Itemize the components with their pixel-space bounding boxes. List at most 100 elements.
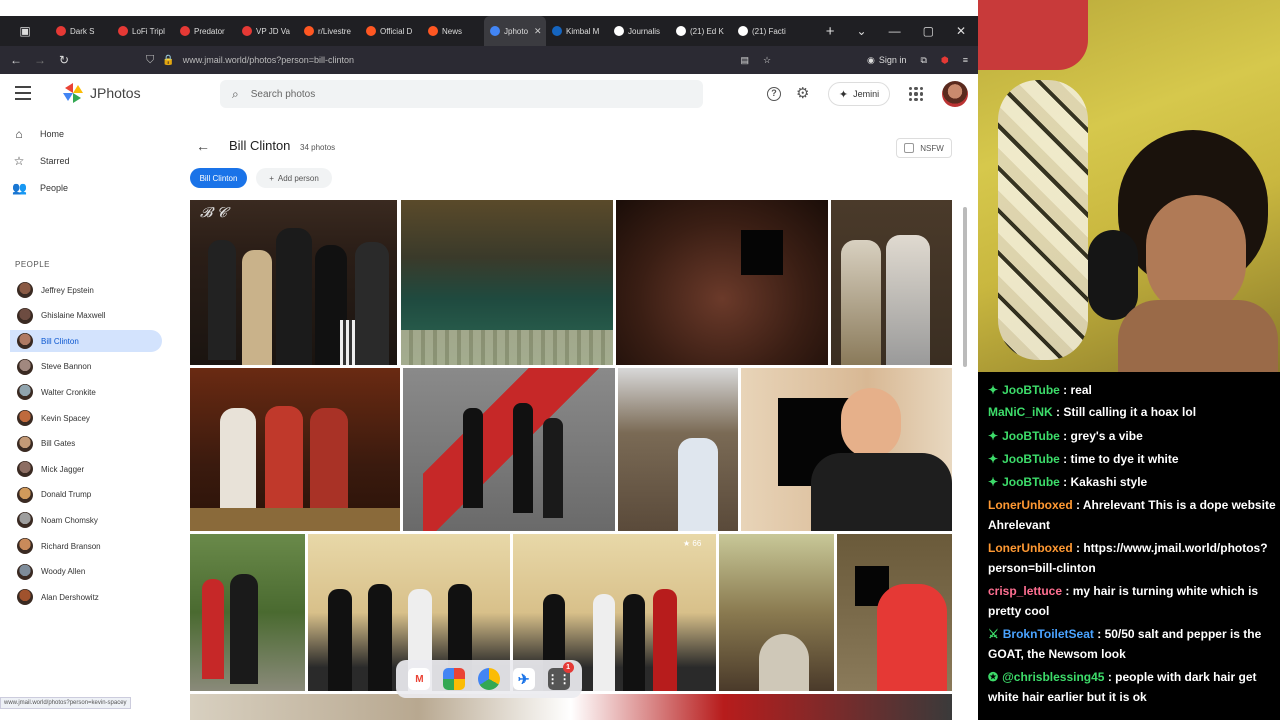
chat-username[interactable]: JooBTube [1002,383,1060,397]
gmail-icon[interactable]: M [408,668,431,690]
person-name: Steve Bannon [41,362,92,372]
chat-text: real [1070,383,1092,397]
close-window-button[interactable]: ✕ [956,24,966,38]
add-person-button[interactable]: + Add person [256,168,332,188]
maximize-button[interactable]: ▢ [923,24,934,38]
close-tab-icon[interactable]: ✕ [534,26,542,37]
apps-grid-icon[interactable] [909,87,923,101]
toolbar-actions: ▤ ☆ ◉ Sign in ⧉ ⬢ ≡ [740,55,978,66]
person-chip-active[interactable]: Bill Clinton [190,168,247,188]
browser-tab[interactable]: VP JD Va [236,16,298,46]
chat-separator: : [1104,670,1116,684]
back-arrow-icon[interactable]: ← [196,138,210,154]
browser-tab[interactable]: r/Livestre [298,16,360,46]
tab-favicon-icon [366,26,376,36]
menu-icon[interactable]: ≡ [963,55,968,65]
help-icon[interactable]: ? [767,87,781,101]
chat-username[interactable]: LonerUnboxed [988,498,1073,512]
sidebar-person-item[interactable]: Alan Dershowitz [10,586,162,608]
forward-icon[interactable]: → [28,53,52,67]
nsfw-toggle[interactable]: NSFW [896,138,952,158]
chat-badge-icon: ✪ [988,670,999,684]
sidebar-person-item[interactable]: Bill Clinton [10,330,162,353]
minimize-button[interactable]: — [889,24,901,38]
browser-tab[interactable]: Jphoto ✕ [484,16,546,46]
sidebar-person-item[interactable]: Donald Trump [10,484,162,506]
bookmark-star-icon[interactable]: ☆ [763,55,771,66]
sidebar-person-item[interactable]: Ghislaine Maxwell [10,305,162,327]
signature-scribble: 𝓑 𝓒 [200,205,227,221]
app-launcher-icon[interactable]: ⋮⋮ 1 [547,662,574,690]
browser-tab[interactable]: Dark S [50,16,112,46]
sidebar-person-item[interactable]: Steve Bannon [10,356,162,378]
sidebar-person-item[interactable]: Kevin Spacey [10,407,162,429]
browser-tab[interactable]: (21) Facti [732,16,794,46]
nsfw-label: NSFW [920,143,944,153]
browser-tab[interactable]: Predator [174,16,236,46]
search-input[interactable]: ⌕ Search photos [220,80,703,108]
chat-username[interactable]: JooBTube [1002,452,1060,466]
url-text[interactable]: www.jmail.world/photos?person=bill-clint… [183,55,354,65]
photo-tile[interactable] [401,200,613,365]
chat-username[interactable]: crisp_lettuce [988,584,1062,598]
photo-tile[interactable] [616,200,828,365]
chat-username[interactable]: @chrisblessing45 [1002,670,1104,684]
browser-tab[interactable]: Journalis [608,16,670,46]
sidebar-person-item[interactable]: Walter Cronkite [10,381,162,403]
lock-icon[interactable]: 🔒 [162,55,174,66]
gear-icon[interactable]: ⚙ [796,84,809,102]
person-name: Richard Branson [41,541,101,551]
photo-tile[interactable] [837,534,952,691]
hamburger-menu-icon[interactable] [15,86,31,100]
ublock-icon[interactable]: ⬢ [941,55,949,66]
browser-tab[interactable]: (21) Ed K [670,16,732,46]
sidebar-person-item[interactable]: Noam Chomsky [10,509,162,531]
people-section-heading: PEOPLE [15,260,51,269]
photo-tile[interactable] [719,534,834,691]
scrollbar[interactable] [963,207,967,367]
photo-tile[interactable] [190,368,400,531]
tab-overview-icon[interactable]: ▣ [0,16,50,46]
sidebar-person-item[interactable]: Woody Allen [10,561,162,583]
nav-people[interactable]: 👥 People [12,177,68,199]
search-placeholder: Search photos [250,88,316,100]
photo-tile[interactable] [190,534,305,691]
new-tab-button[interactable]: + [826,23,835,40]
browser-tab[interactable]: Kimbal M [546,16,608,46]
browser-tab[interactable]: Official D [360,16,422,46]
nav-home-label: Home [40,129,65,139]
account-avatar[interactable] [942,81,968,107]
nav-home[interactable]: ⌂ Home [12,123,64,145]
extensions-icon[interactable]: ⧉ [920,55,926,66]
chat-separator: : [1093,627,1105,641]
sidebar-person-item[interactable]: Richard Branson [10,535,162,557]
reload-icon[interactable]: ↻ [52,53,76,67]
chat-username[interactable]: LonerUnboxed [988,541,1073,555]
photo-tile[interactable] [741,368,952,531]
flights-icon[interactable]: ✈ [512,668,535,690]
chat-username[interactable]: MaNiC_iNK [988,405,1053,419]
photo-tile[interactable] [618,368,738,531]
sidebar-person-item[interactable]: Bill Gates [10,433,162,455]
gemini-button[interactable]: ✦ Jemini [828,82,890,106]
tab-list-dropdown-icon[interactable]: ⌄ [857,24,867,38]
drive-icon[interactable] [477,668,500,690]
chat-username[interactable]: JooBTube [1002,429,1060,443]
sidebar-person-item[interactable]: Mick Jagger [10,458,162,480]
sidebar-person-item[interactable]: Jeffrey Epstein [10,279,162,301]
chat-username[interactable]: BroknToiletSeat [1003,627,1094,641]
photo-tile[interactable]: 𝓑 𝓒 [190,200,397,365]
nsfw-checkbox[interactable] [904,143,915,153]
browser-tab[interactable]: News [422,16,484,46]
reader-view-icon[interactable]: ▤ [740,55,749,66]
chat-username[interactable]: JooBTube [1002,475,1060,489]
browser-tab[interactable]: LoFi Tripl [112,16,174,46]
photo-tile[interactable] [831,200,952,365]
photo-tile[interactable] [403,368,615,531]
back-icon[interactable]: ← [4,53,28,67]
photos-icon[interactable] [443,668,466,690]
address-bar[interactable]: ⛉ 🔒 www.jmail.world/photos?person=bill-c… [146,54,706,67]
sign-in-button[interactable]: ◉ Sign in [867,55,906,66]
nav-starred[interactable]: ☆ Starred [12,150,70,172]
shield-icon[interactable]: ⛉ [146,54,154,67]
